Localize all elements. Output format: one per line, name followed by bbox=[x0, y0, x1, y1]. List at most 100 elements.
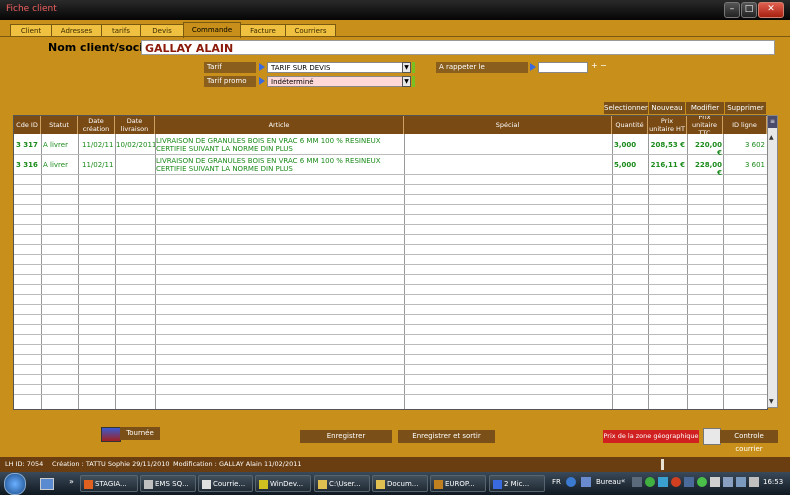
column-divider bbox=[155, 134, 156, 409]
column-divider bbox=[78, 134, 79, 409]
promo-select[interactable]: Indéterminé bbox=[267, 76, 410, 87]
scroll-up-icon[interactable]: ▲ bbox=[769, 134, 774, 141]
row-divider bbox=[14, 294, 767, 295]
rappel-date-field[interactable] bbox=[538, 62, 588, 73]
volume-icon[interactable] bbox=[749, 477, 759, 487]
row-divider bbox=[14, 314, 767, 315]
row-divider bbox=[14, 284, 767, 285]
taskbar-item-label: WinDev... bbox=[270, 480, 304, 488]
taskbar-item[interactable]: WinDev... bbox=[255, 475, 311, 492]
maximize-icon[interactable]: □ bbox=[741, 2, 757, 18]
status-bar: LH ID: 7054 Création : TATTU Sophie 29/1… bbox=[0, 457, 790, 472]
taskbar-item-label: EUROP... bbox=[445, 480, 475, 488]
delete-button[interactable]: Supprimer bbox=[725, 102, 766, 114]
row-divider bbox=[14, 304, 767, 305]
order-price-ttc: 220,00 € bbox=[694, 141, 722, 157]
row-divider bbox=[14, 324, 767, 325]
order-status: A livrer bbox=[43, 141, 68, 149]
tarif-select[interactable]: TARIF SUR DEVIS bbox=[267, 62, 410, 73]
show-desktop-icon[interactable] bbox=[40, 478, 54, 490]
table-scrollbar[interactable]: ≡ ▲ ▼ bbox=[767, 115, 778, 408]
new-button[interactable]: Nouveau bbox=[649, 102, 685, 114]
minimize-icon[interactable]: – bbox=[724, 2, 740, 18]
scroll-down-icon[interactable]: ▼ bbox=[769, 398, 774, 405]
antivirus-icon[interactable] bbox=[671, 477, 681, 487]
taskbar-item[interactable]: STAGIA... bbox=[80, 475, 138, 492]
chevron-right-icon[interactable]: » bbox=[69, 477, 74, 486]
column-divider bbox=[115, 134, 116, 409]
rappel-link-icon[interactable] bbox=[530, 63, 536, 71]
column-header[interactable]: ID ligne bbox=[723, 116, 767, 134]
update-icon[interactable] bbox=[697, 477, 707, 487]
chevron-left-icon[interactable]: « bbox=[621, 477, 625, 485]
toolbar-location[interactable]: Bureau bbox=[596, 478, 621, 486]
row-divider bbox=[14, 364, 767, 365]
printer-icon[interactable] bbox=[703, 428, 721, 445]
tarif-link-icon[interactable] bbox=[259, 63, 265, 71]
modify-button[interactable]: Modifier bbox=[686, 102, 724, 114]
order-id: 3 317 bbox=[16, 141, 38, 149]
help-icon[interactable] bbox=[566, 477, 576, 487]
order-price-ttc: 228,00 € bbox=[694, 161, 722, 177]
save-exit-button[interactable]: Enregistrer et sortir bbox=[398, 430, 495, 443]
taskbar-item[interactable]: EUROP... bbox=[430, 475, 486, 492]
row-divider bbox=[14, 154, 767, 155]
column-divider bbox=[404, 134, 405, 409]
tournee-button[interactable]: Tournée bbox=[120, 427, 160, 440]
taskbar-item[interactable]: Courrie... bbox=[198, 475, 253, 492]
display-icon[interactable] bbox=[723, 477, 733, 487]
save-button[interactable]: Enregistrer bbox=[300, 430, 392, 443]
network-status-icon[interactable] bbox=[736, 477, 746, 487]
chevron-down-icon[interactable]: ▼ bbox=[402, 62, 411, 73]
column-header[interactable]: Spécial bbox=[404, 116, 612, 134]
security-icon[interactable] bbox=[645, 477, 655, 487]
column-header[interactable]: Cde ID bbox=[14, 116, 41, 134]
folder-icon bbox=[318, 480, 327, 489]
taskbar-item-label: 2 Mic... bbox=[504, 480, 530, 488]
order-price-ht: 208,53 € bbox=[650, 141, 685, 149]
network-icon[interactable] bbox=[632, 477, 642, 487]
tab-bar: Client Adresses tarifs Devis Commande Fa… bbox=[0, 22, 790, 38]
column-header[interactable]: Prix unitaire HT bbox=[648, 116, 687, 134]
plus-icon[interactable]: + bbox=[591, 61, 598, 70]
taskbar-item[interactable]: C:\User... bbox=[314, 475, 370, 492]
table-settings-icon[interactable]: ≡ bbox=[768, 116, 777, 128]
column-header[interactable]: Statut bbox=[41, 116, 78, 134]
taskbar-item[interactable]: 2 Mic... bbox=[489, 475, 545, 492]
truck-icon[interactable] bbox=[101, 427, 121, 442]
column-header[interactable]: Prix unitaire TTC bbox=[687, 116, 723, 137]
status-lh: LH ID: 7054 bbox=[5, 460, 44, 468]
minus-icon[interactable]: − bbox=[600, 61, 607, 70]
rappel-label: A rappeter le bbox=[436, 62, 528, 73]
client-window: Fiche client – □ ✕ Client Adresses tarif… bbox=[0, 0, 790, 472]
column-header[interactable]: Date création bbox=[78, 116, 115, 134]
promo-indicator bbox=[412, 76, 415, 87]
sync-icon[interactable] bbox=[658, 477, 668, 487]
row-divider bbox=[14, 204, 767, 205]
start-button[interactable] bbox=[4, 473, 26, 495]
row-divider bbox=[14, 354, 767, 355]
column-header[interactable]: Article bbox=[155, 116, 404, 134]
order-created: 11/02/11 bbox=[82, 141, 114, 149]
order-table: Cde ID Statut Date création Date livrais… bbox=[13, 115, 768, 410]
taskbar-item[interactable]: EMS SQ... bbox=[140, 475, 196, 492]
language-bar-icon[interactable] bbox=[581, 477, 591, 487]
taskbar-item[interactable]: Docum... bbox=[372, 475, 428, 492]
close-icon[interactable]: ✕ bbox=[758, 2, 784, 18]
taskbar-item-label: Docum... bbox=[387, 480, 419, 488]
zone-price-button[interactable]: Prix de la zone géographique bbox=[603, 430, 699, 443]
select-button[interactable]: Selectionner bbox=[604, 102, 648, 114]
chevron-down-icon[interactable]: ▼ bbox=[402, 76, 411, 87]
device-icon[interactable] bbox=[710, 477, 720, 487]
mail-control-button[interactable]: Controle courrier bbox=[720, 430, 778, 453]
language-indicator[interactable]: FR bbox=[552, 478, 561, 486]
status-modified: Modification : GALLAY Alain 11/02/2011 bbox=[173, 460, 302, 468]
monitor-icon[interactable] bbox=[684, 477, 694, 487]
clock[interactable]: 16:53 bbox=[763, 478, 783, 486]
column-header[interactable]: Date livraison bbox=[115, 116, 155, 134]
promo-link-icon[interactable] bbox=[259, 77, 265, 85]
client-name-field[interactable]: GALLAY ALAIN bbox=[141, 40, 775, 55]
order-price-ht: 216,11 € bbox=[650, 161, 685, 169]
row-divider bbox=[14, 244, 767, 245]
column-header[interactable]: Quantité bbox=[612, 116, 648, 134]
